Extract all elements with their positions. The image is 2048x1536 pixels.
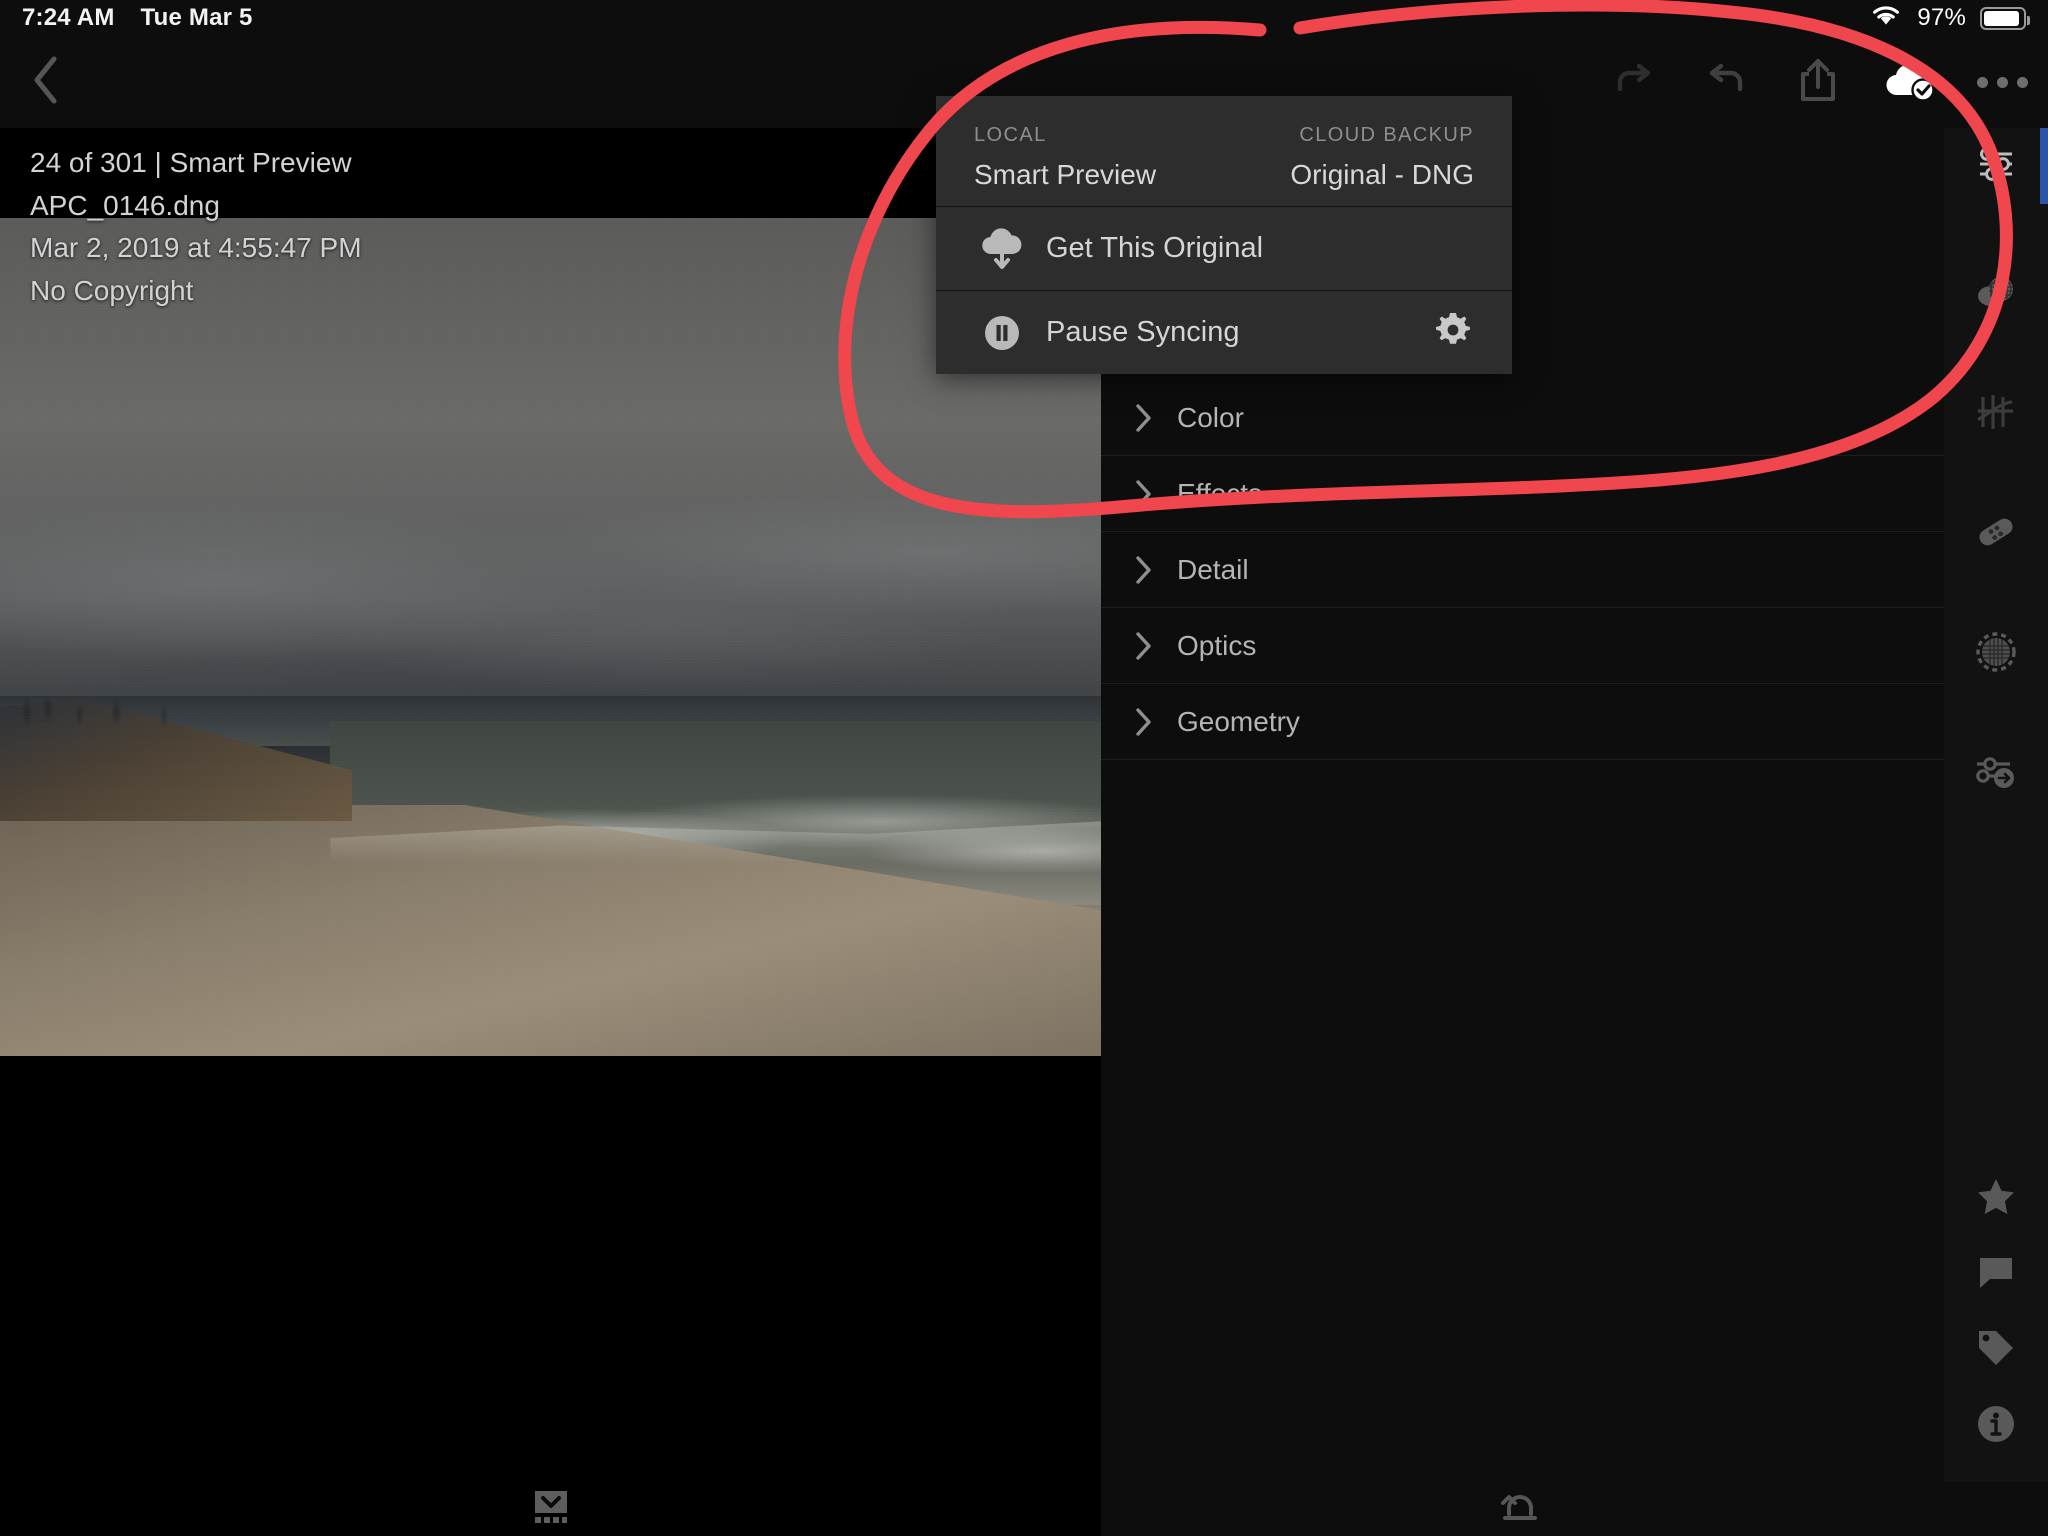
battery-percent: 97% [1917, 4, 1966, 31]
bottom-bar [0, 1482, 2048, 1536]
chevron-right-icon [1121, 478, 1165, 510]
gear-icon [1432, 309, 1474, 356]
popover-header: LOCAL CLOUD BACKUP Smart Preview Origina… [936, 96, 1512, 206]
chevron-left-icon [30, 54, 62, 111]
undo-icon [1704, 62, 1748, 103]
chevron-right-icon [1121, 402, 1165, 434]
lightroom-app-window: 7:24 AM Tue Mar 5 97% 24 of 301 | Smart … [0, 0, 2048, 1536]
tool-radial-mask[interactable] [1944, 616, 2048, 692]
sync-settings-button[interactable] [1432, 309, 1474, 356]
chevron-right-icon [1121, 630, 1165, 662]
tool-healing-brush[interactable] [1944, 496, 2048, 572]
tool-crop-masking[interactable] [1944, 256, 2048, 332]
tag-button[interactable] [1944, 1312, 2048, 1388]
pause-syncing-label: Pause Syncing [1046, 316, 1240, 348]
tool-presets[interactable] [1944, 736, 2048, 812]
rate-star-button[interactable] [1944, 1160, 2048, 1236]
undo-button[interactable] [1680, 36, 1772, 128]
pause-syncing-button[interactable]: Pause Syncing [936, 291, 1512, 374]
local-value: Smart Preview [974, 159, 1157, 190]
tool-curve[interactable] [1944, 376, 2048, 452]
star-icon [1975, 1175, 2017, 1222]
status-time: 7:24 AM [22, 4, 115, 31]
panel-section-label: Geometry [1177, 705, 1300, 737]
panel-section-optics[interactable]: Optics [1101, 608, 1944, 684]
more-options-button[interactable] [1956, 36, 2048, 128]
wifi-icon [1869, 2, 1903, 35]
info-button[interactable] [1944, 1388, 2048, 1464]
reset-button[interactable] [1101, 1482, 1944, 1536]
filmstrip-toggle-button[interactable] [0, 1482, 1101, 1536]
photo-date: Mar 2, 2019 at 4:55:47 PM [30, 232, 362, 264]
presets-icon [1972, 750, 2020, 799]
panel-section-detail[interactable]: Detail [1101, 532, 1944, 608]
local-label: LOCAL [974, 124, 1047, 146]
more-ellipsis-icon [1976, 76, 2028, 88]
chevron-right-icon [1121, 706, 1165, 738]
filmstrip-toggle-icon [529, 1487, 573, 1532]
info-icon [1975, 1403, 2017, 1450]
panel-section-geometry[interactable]: Geometry [1101, 684, 1944, 760]
healing-brush-icon [1972, 510, 2020, 559]
comment-icon [1975, 1252, 2017, 1297]
radial-mask-icon [1973, 629, 2019, 680]
redo-button[interactable] [1588, 36, 1680, 128]
back-button[interactable] [0, 36, 92, 128]
cloud-check-icon [1883, 59, 1937, 106]
cloud-sync-popover: LOCAL CLOUD BACKUP Smart Preview Origina… [936, 96, 1512, 374]
revert-icon [1500, 1489, 1545, 1530]
tool-rail [1944, 128, 2048, 1482]
cloud-backup-value: Original - DNG [1290, 159, 1474, 190]
status-date: Tue Mar 5 [140, 4, 253, 31]
pause-circle-icon [974, 311, 1030, 355]
status-bar: 7:24 AM Tue Mar 5 97% [0, 0, 2048, 36]
get-this-original-button[interactable]: Get This Original [936, 207, 1512, 290]
photo-copyright: No Copyright [30, 274, 194, 306]
cloud-status-button[interactable] [1864, 36, 1956, 128]
tool-edit-sliders[interactable] [1944, 128, 2048, 204]
cloud-backup-label: CLOUD BACKUP [1299, 124, 1474, 146]
active-tool-indicator [2040, 128, 2048, 204]
chevron-right-icon [1121, 554, 1165, 586]
panel-section-label: Color [1177, 401, 1244, 433]
photo-counter: 24 of 301 | Smart Preview [30, 147, 352, 178]
panel-section-label: Detail [1177, 553, 1249, 585]
crop-masking-icon [1972, 270, 2020, 319]
tag-icon [1975, 1327, 2017, 1374]
cloud-download-icon [974, 226, 1030, 272]
edit-sliders-icon [1974, 142, 2018, 191]
panel-section-label: Optics [1177, 629, 1257, 661]
share-button[interactable] [1772, 36, 1864, 128]
panel-section-label: Effects [1177, 477, 1263, 509]
comment-button[interactable] [1944, 1236, 2048, 1312]
share-icon [1797, 57, 1839, 108]
photo-metadata-overlay: 24 of 301 | Smart Preview APC_0146.dng M… [30, 142, 362, 312]
get-this-original-label: Get This Original [1046, 232, 1264, 264]
curve-icon [1973, 389, 2019, 440]
panel-section-effects[interactable]: Effects [1101, 456, 1944, 532]
panel-section-color[interactable]: Color [1101, 380, 1944, 456]
redo-icon [1612, 62, 1656, 103]
photo-filename: APC_0146.dng [30, 189, 220, 221]
battery-icon [1980, 6, 2030, 30]
